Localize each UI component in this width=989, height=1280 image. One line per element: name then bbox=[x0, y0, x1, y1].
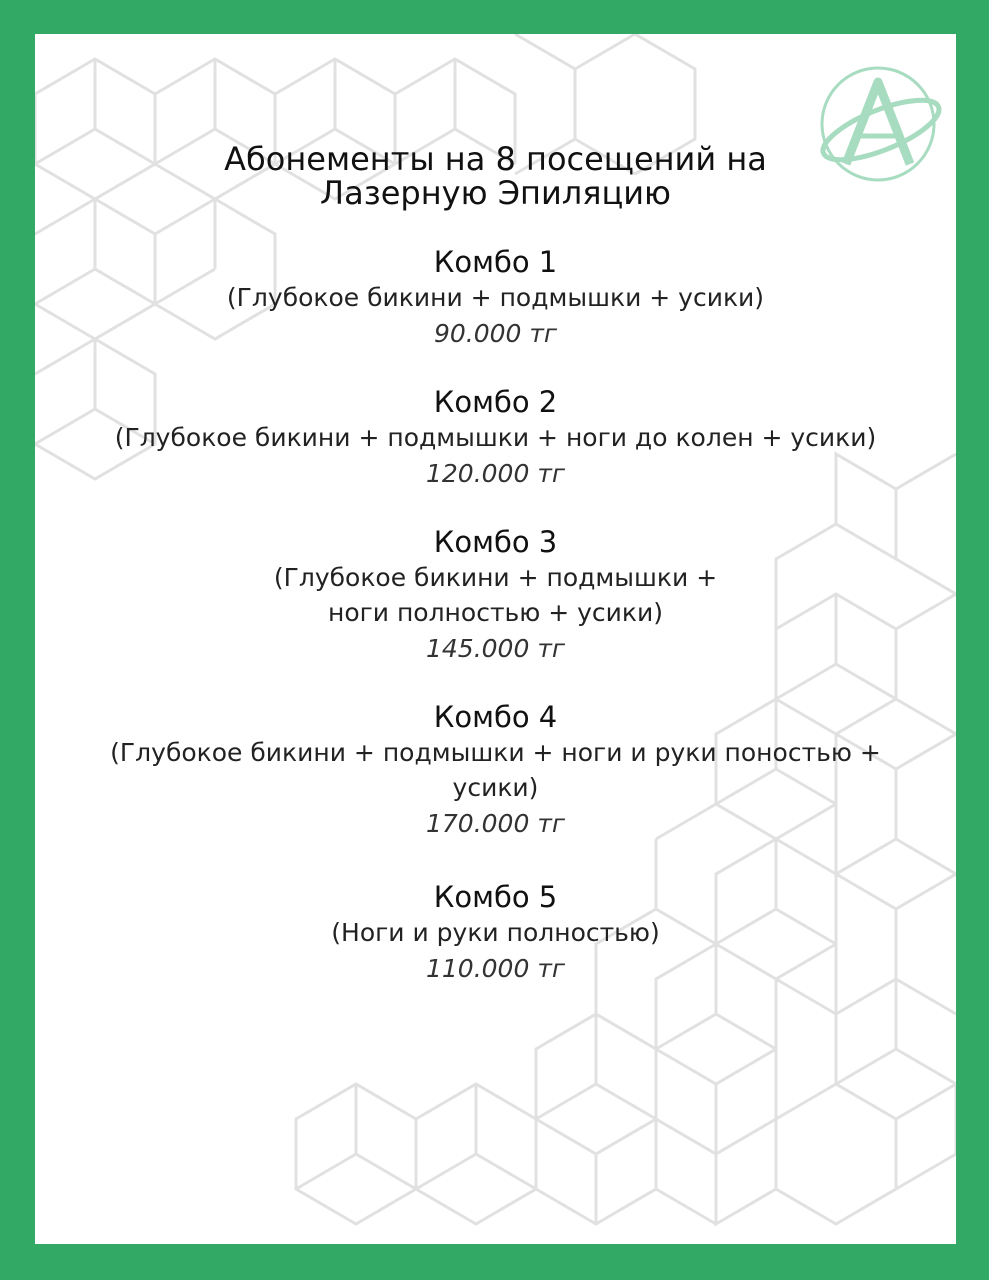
combo-description-line-2: ноги полностью + усики) bbox=[327, 598, 664, 627]
page-title: Абонементы на 8 посещений на Лазерную Эп… bbox=[95, 142, 896, 210]
combo-name: Комбо 5 bbox=[433, 880, 558, 914]
combo-name: Комбо 3 bbox=[433, 525, 558, 559]
combo-5: Комбо 5 (Ноги и руки полностью) 110.000 … bbox=[55, 879, 936, 988]
combo-3: Комбо 3 (Глубокое бикини + подмышки + но… bbox=[55, 524, 936, 668]
combo-description-line-2: усики) bbox=[452, 773, 539, 802]
combo-price: 120.000 тг bbox=[425, 459, 566, 488]
page-title-line-2: Лазерную Эпиляцию bbox=[320, 174, 671, 212]
combo-name: Комбо 2 bbox=[433, 385, 558, 419]
combo-price: 170.000 тг bbox=[425, 809, 566, 838]
combo-description-line-1: (Глубокое бикини + подмышки + ноги и рук… bbox=[110, 738, 881, 767]
combo-2: Комбо 2 (Глубокое бикини + подмышки + но… bbox=[55, 384, 936, 493]
combo-description: (Глубокое бикини + подмышки + усики) bbox=[226, 283, 765, 312]
combo-description: (Глубокое бикини + подмышки + ноги до ко… bbox=[114, 423, 877, 452]
combo-price: 90.000 тг bbox=[433, 319, 558, 348]
combo-price: 145.000 тг bbox=[425, 634, 566, 663]
combo-price: 110.000 тг bbox=[425, 954, 566, 983]
combo-description-line-1: (Глубокое бикини + подмышки + bbox=[273, 563, 718, 592]
page-title-line-1: Абонементы на 8 посещений на bbox=[224, 140, 767, 178]
combo-description: (Ноги и руки полностью) bbox=[331, 918, 660, 947]
combo-1: Комбо 1 (Глубокое бикини + подмышки + ус… bbox=[55, 244, 936, 353]
combo-4: Комбо 4 (Глубокое бикини + подмышки + но… bbox=[55, 699, 936, 843]
price-card: Абонементы на 8 посещений на Лазерную Эп… bbox=[35, 34, 956, 1244]
combo-name: Комбо 4 bbox=[433, 700, 558, 734]
combo-name: Комбо 1 bbox=[433, 245, 558, 279]
